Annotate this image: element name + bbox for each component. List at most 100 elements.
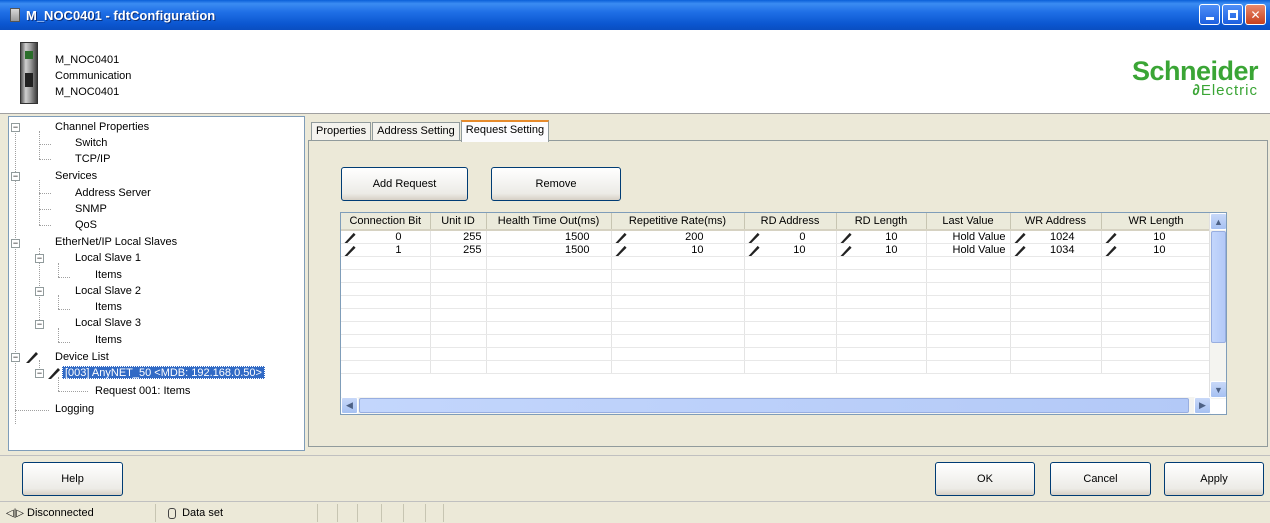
table-cell[interactable]: 1500 bbox=[486, 243, 612, 257]
column-header[interactable]: Unit ID bbox=[430, 213, 487, 231]
brand-name: Schneider bbox=[1131, 56, 1259, 86]
table-row[interactable] bbox=[341, 347, 1212, 361]
table-row[interactable] bbox=[341, 295, 1212, 309]
tree-item-channel-properties[interactable]: Channel Properties bbox=[55, 121, 149, 134]
tab-address-setting[interactable]: Address Setting bbox=[372, 122, 460, 141]
horizontal-scrollbar[interactable]: ◀ ▶ bbox=[341, 397, 1211, 414]
expand-toggle-icon[interactable]: − bbox=[35, 369, 44, 378]
table-cell[interactable]: 1 bbox=[341, 243, 431, 257]
device-name: M_NOC0401 bbox=[55, 54, 120, 66]
expand-toggle-icon[interactable]: − bbox=[11, 353, 20, 362]
expand-toggle-icon[interactable]: − bbox=[35, 287, 44, 296]
pencil-icon bbox=[48, 368, 60, 379]
table-cell[interactable]: 0 bbox=[341, 230, 431, 244]
table-row[interactable]: 0 255 1500 200 0 10 Hold Value 1024 10 bbox=[341, 230, 1212, 244]
vertical-scrollbar[interactable]: ▲ ▼ bbox=[1209, 213, 1226, 399]
help-button[interactable]: Help bbox=[22, 462, 123, 496]
table-row[interactable] bbox=[341, 269, 1212, 283]
tree-item-items-2[interactable]: Items bbox=[95, 301, 122, 314]
add-request-button[interactable]: Add Request bbox=[341, 167, 468, 201]
apply-button[interactable]: Apply bbox=[1164, 462, 1264, 496]
tree-item-services[interactable]: Services bbox=[55, 170, 97, 183]
connection-status-text: Disconnected bbox=[27, 507, 94, 519]
table-cell[interactable]: 0 bbox=[744, 230, 837, 244]
table-cell[interactable]: 1500 bbox=[486, 230, 612, 244]
tree-item-items-3[interactable]: Items bbox=[95, 334, 122, 347]
table-cell[interactable]: Hold Value bbox=[926, 243, 1011, 257]
expand-toggle-icon[interactable]: − bbox=[11, 239, 20, 248]
tree-item-local-slave-2[interactable]: Local Slave 2 bbox=[75, 285, 141, 298]
footer-divider bbox=[0, 455, 1270, 456]
table-cell[interactable]: Hold Value bbox=[926, 230, 1011, 244]
tree-item-items-1[interactable]: Items bbox=[95, 269, 122, 282]
table-cell[interactable]: 10 bbox=[836, 243, 927, 257]
horizontal-scroll-thumb[interactable] bbox=[359, 398, 1189, 413]
table-row[interactable] bbox=[341, 321, 1212, 335]
expand-toggle-icon[interactable]: − bbox=[35, 320, 44, 329]
navigation-tree[interactable]: − Channel Properties Switch TCP/IP − Ser… bbox=[8, 116, 305, 451]
scroll-right-icon[interactable]: ▶ bbox=[1194, 397, 1211, 414]
table-cell[interactable]: 10 bbox=[744, 243, 837, 257]
data-status-text: Data set bbox=[182, 507, 224, 519]
pencil-icon bbox=[1105, 245, 1117, 256]
table-cell[interactable]: 200 bbox=[611, 230, 745, 244]
tab-properties[interactable]: Properties bbox=[311, 122, 372, 141]
cancel-button[interactable]: Cancel bbox=[1050, 462, 1151, 496]
tree-item-tcpip[interactable]: TCP/IP bbox=[75, 153, 110, 166]
tree-item-local-slave-3[interactable]: Local Slave 3 bbox=[75, 317, 141, 330]
scroll-left-icon[interactable]: ◀ bbox=[341, 397, 358, 414]
tree-item-device-list[interactable]: Device List bbox=[55, 351, 109, 364]
table-row[interactable] bbox=[341, 360, 1212, 374]
column-header[interactable]: WR Address bbox=[1010, 213, 1102, 231]
device-model: M_NOC0401 bbox=[55, 86, 120, 98]
expand-toggle-icon[interactable]: − bbox=[35, 254, 44, 263]
tree-item-device-anynet[interactable]: [003] AnyNET_50 <MDB: 192.168.0.50> bbox=[62, 366, 265, 379]
tree-item-snmp[interactable]: SNMP bbox=[75, 203, 107, 216]
column-header[interactable]: RD Length bbox=[836, 213, 927, 231]
column-header[interactable]: Last Value bbox=[926, 213, 1011, 231]
expand-toggle-icon[interactable]: − bbox=[11, 123, 20, 132]
table-cell[interactable]: 255 bbox=[430, 230, 487, 244]
column-header[interactable]: Health Time Out(ms) bbox=[486, 213, 612, 231]
pencil-icon bbox=[345, 245, 356, 256]
remove-button[interactable]: Remove bbox=[491, 167, 621, 201]
table-row[interactable] bbox=[341, 256, 1212, 270]
tree-item-logging[interactable]: Logging bbox=[55, 403, 94, 416]
tree-item-address-server[interactable]: Address Server bbox=[75, 187, 151, 200]
table-row[interactable] bbox=[341, 282, 1212, 296]
tree-item-ethernetip-local-slaves[interactable]: EtherNet/IP Local Slaves bbox=[55, 236, 177, 249]
disconnected-icon: ◁|▷ bbox=[6, 508, 24, 519]
column-header[interactable]: Connection Bit bbox=[341, 213, 431, 231]
minimize-button[interactable] bbox=[1199, 4, 1220, 25]
device-module-icon bbox=[20, 42, 38, 104]
table-row[interactable] bbox=[341, 308, 1212, 322]
tree-item-local-slave-1[interactable]: Local Slave 1 bbox=[75, 252, 141, 265]
column-header[interactable]: Repetitive Rate(ms) bbox=[611, 213, 745, 231]
table-cell[interactable]: 1024 bbox=[1010, 230, 1102, 244]
table-cell[interactable]: 255 bbox=[430, 243, 487, 257]
expand-toggle-icon[interactable]: − bbox=[11, 172, 20, 181]
tab-request-setting[interactable]: Request Setting bbox=[460, 120, 550, 142]
column-header[interactable]: RD Address bbox=[744, 213, 837, 231]
table-row[interactable]: 1 255 1500 10 10 10 Hold Value 1034 10 bbox=[341, 243, 1212, 257]
table-cell[interactable]: 10 bbox=[1101, 230, 1212, 244]
table-cell[interactable]: 10 bbox=[1101, 243, 1212, 257]
table-cell[interactable]: 10 bbox=[611, 243, 745, 257]
tree-item-switch[interactable]: Switch bbox=[75, 137, 107, 150]
electric-leaf-icon: ∂ bbox=[1192, 82, 1201, 99]
pencil-icon bbox=[344, 232, 356, 243]
column-header[interactable]: WR Length bbox=[1101, 213, 1212, 231]
maximize-button[interactable] bbox=[1222, 4, 1243, 25]
table-cell[interactable]: 10 bbox=[836, 230, 927, 244]
table-row[interactable] bbox=[341, 334, 1212, 348]
close-button[interactable]: ✕ bbox=[1245, 4, 1266, 25]
tree-item-qos[interactable]: QoS bbox=[75, 219, 97, 232]
table-cell[interactable]: 1034 bbox=[1010, 243, 1102, 257]
request-grid[interactable]: Connection Bit Unit ID Health Time Out(m… bbox=[340, 212, 1227, 415]
schneider-logo: Schneider ∂Electric bbox=[1131, 56, 1259, 99]
scroll-up-icon[interactable]: ▲ bbox=[1210, 213, 1226, 230]
tree-item-request-001[interactable]: Request 001: Items bbox=[95, 385, 190, 398]
vertical-scroll-thumb[interactable] bbox=[1211, 231, 1226, 343]
ok-button[interactable]: OK bbox=[935, 462, 1035, 496]
scroll-down-icon[interactable]: ▼ bbox=[1210, 381, 1226, 398]
